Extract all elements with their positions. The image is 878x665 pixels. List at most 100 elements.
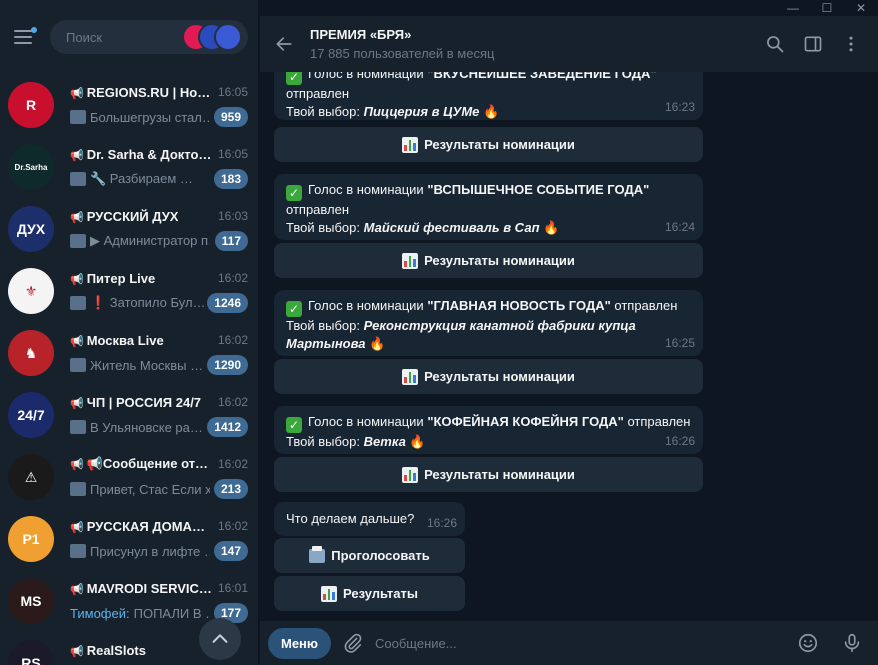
bar-chart-icon bbox=[402, 368, 419, 385]
chat-preview: В Ульяновске ра… bbox=[70, 420, 203, 435]
chat-preview: ▶ Администратор п… bbox=[70, 233, 210, 249]
message-prefix: Голос в номинации bbox=[308, 72, 424, 81]
check-mark-icon: ✓ bbox=[286, 185, 302, 201]
nomination-name: "ВКУСНЕЙШЕЕ ЗАВЕДЕНИЕ ГОДА" bbox=[427, 72, 657, 81]
preview-text: В Ульяновске ра… bbox=[90, 419, 203, 435]
channel-icon: 📢 bbox=[70, 583, 84, 596]
preview-text: Привет, Стас Если хо… bbox=[90, 481, 210, 497]
message-input[interactable]: Сообщение... bbox=[375, 636, 786, 651]
results-button[interactable]: Результаты номинации bbox=[274, 359, 703, 394]
unread-badge: 213 bbox=[213, 479, 248, 499]
chat-name: 📢 Питер Live bbox=[70, 270, 156, 286]
results-button[interactable]: Результаты номинации bbox=[274, 127, 703, 162]
chat-time: 16:03 bbox=[217, 209, 248, 223]
chat-list-item[interactable]: Dr.Sarha 📢 Dr. Sarha & Докто… 16:05 🔧 Раз… bbox=[0, 136, 258, 198]
sidebar-header: Поиск bbox=[0, 0, 258, 74]
preview-text: ▶ Администратор п… bbox=[90, 233, 210, 248]
unread-badge: 1412 bbox=[207, 417, 248, 437]
avatar: R bbox=[8, 82, 54, 128]
vote-message: ✓ Голос в номинации "ВСПЫШЕЧНОЕ СОБЫТИЕ Г… bbox=[274, 174, 703, 240]
channel-icon: 📢 bbox=[70, 211, 84, 224]
chat-view: ПРЕМИЯ «БРЯ» 17 885 пользователей в меся… bbox=[260, 0, 878, 665]
chat-time: 16:05 bbox=[217, 147, 248, 161]
unread-badge: 1246 bbox=[207, 293, 248, 313]
search-icon[interactable] bbox=[756, 25, 794, 63]
choice-label: Твой выбор: bbox=[286, 104, 361, 119]
avatar: ⚠ bbox=[8, 454, 54, 500]
results-button[interactable]: Результаты номинации bbox=[274, 457, 703, 492]
results-button[interactable]: Результаты номинации bbox=[274, 243, 703, 278]
chat-list-item[interactable]: ДУХ 📢 РУССКИЙ ДУХ 16:03 ▶ Администратор п… bbox=[0, 198, 258, 260]
choice-label: Твой выбор: bbox=[286, 434, 361, 449]
microphone-icon[interactable] bbox=[830, 621, 874, 665]
chat-name: 📢 RealSlots bbox=[70, 642, 146, 658]
unread-badge: 117 bbox=[214, 231, 248, 251]
search-input[interactable]: Поиск bbox=[50, 20, 248, 54]
sidebar-toggle-icon[interactable] bbox=[794, 25, 832, 63]
stories-avatars[interactable] bbox=[182, 23, 242, 51]
nomination-name: "ВСПЫШЕЧНОЕ СОБЫТИЕ ГОДА" bbox=[427, 182, 650, 197]
channel-icon: 📢 bbox=[70, 87, 84, 100]
button-label: Проголосовать bbox=[331, 548, 430, 563]
unread-badge: 959 bbox=[213, 107, 248, 127]
vote-button[interactable]: Проголосовать bbox=[274, 538, 465, 573]
emoji-icon[interactable] bbox=[786, 621, 830, 665]
message-prefix: Голос в номинации bbox=[308, 414, 424, 429]
channel-icon: 📢 bbox=[70, 273, 84, 286]
choice-value: Ветка bbox=[363, 434, 406, 449]
avatar: Dr.Sarha bbox=[8, 144, 54, 190]
back-arrow-icon[interactable] bbox=[260, 16, 308, 72]
unread-badge: 147 bbox=[213, 541, 248, 561]
results-button[interactable]: Результаты bbox=[274, 576, 465, 611]
chat-list-item[interactable]: R 📢 REGIONS.RU | Но… 16:05 Большегрузы ст… bbox=[0, 74, 258, 136]
chat-list-item[interactable]: ♞ 📢 Москва Live 16:02 Житель Москвы … 129… bbox=[0, 322, 258, 384]
bar-chart-icon bbox=[402, 136, 419, 153]
bot-menu-button[interactable]: Меню bbox=[268, 627, 332, 659]
close-icon[interactable]: ✕ bbox=[844, 0, 878, 16]
hamburger-menu-icon[interactable] bbox=[14, 27, 37, 45]
button-label: Результаты bbox=[343, 586, 418, 601]
paperclip-icon[interactable] bbox=[331, 621, 375, 665]
preview-thumbnail bbox=[70, 482, 86, 496]
avatar: 24/7 bbox=[8, 392, 54, 438]
scroll-to-top-button[interactable] bbox=[199, 618, 241, 660]
chat-time: 16:02 bbox=[217, 457, 248, 471]
channel-icon: 📢 bbox=[70, 459, 84, 471]
chat-time: 16:02 bbox=[217, 395, 248, 409]
chat-name: 📢 РУССКИЙ ДУХ bbox=[70, 208, 179, 224]
channel-icon: 📢 bbox=[70, 521, 84, 534]
fire-icon: 🔥 bbox=[369, 336, 386, 351]
chat-name: 📢 MAVRODI SERVIC… bbox=[70, 580, 212, 596]
check-mark-icon: ✓ bbox=[286, 417, 302, 433]
chat-time: 16:05 bbox=[217, 85, 248, 99]
chat-time: 16:01 bbox=[217, 581, 248, 595]
minimize-icon[interactable]: — bbox=[776, 0, 810, 16]
preview-sender: Тимофей: bbox=[70, 605, 130, 621]
message-prefix: Голос в номинации bbox=[308, 298, 424, 313]
chat-list-item[interactable]: ⚜ 📢 Питер Live 16:02 ❗ Затопило Бул… 1246 bbox=[0, 260, 258, 322]
chevron-up-icon bbox=[212, 634, 228, 643]
window-controls: — ☐ ✕ bbox=[776, 0, 878, 16]
chat-preview: ❗ Затопило Бул… bbox=[70, 295, 206, 311]
avatar: ♞ bbox=[8, 330, 54, 376]
chat-title-block[interactable]: ПРЕМИЯ «БРЯ» 17 885 пользователей в меся… bbox=[308, 27, 756, 61]
check-mark-icon: ✓ bbox=[286, 301, 302, 317]
channel-icon: 📢 bbox=[70, 149, 84, 162]
maximize-icon[interactable]: ☐ bbox=[810, 0, 844, 16]
chat-list-item[interactable]: ⚠ 📢 📢Сообщение от… 16:02 Привет, Стас Есл… bbox=[0, 446, 258, 508]
chat-preview: Тимофей: ПОПАЛИ В … bbox=[70, 606, 210, 621]
preview-thumbnail bbox=[70, 358, 86, 372]
chat-subtitle: 17 885 пользователей в месяц bbox=[310, 46, 495, 61]
message-time: 16:23 bbox=[664, 100, 695, 114]
message-time: 16:26 bbox=[664, 434, 695, 448]
more-options-icon[interactable] bbox=[832, 25, 870, 63]
preview-text: Житель Москвы … bbox=[90, 357, 204, 373]
preview-thumbnail bbox=[70, 420, 86, 434]
vote-message: ✓ Голос в номинации "ВКУСНЕЙШЕЕ ЗАВЕДЕНИЕ… bbox=[274, 72, 703, 120]
choice-label: Твой выбор: bbox=[286, 220, 361, 235]
chat-list-item[interactable]: 24/7 📢 ЧП | РОССИЯ 24/7 16:02 В Ульяновск… bbox=[0, 384, 258, 446]
chat-name: 📢 📢Сообщение от… bbox=[70, 456, 209, 471]
chat-time: 16:02 bbox=[217, 333, 248, 347]
chat-name: 📢 Москва Live bbox=[70, 332, 164, 348]
chat-list-item[interactable]: P1 📢 РУССКАЯ ДОМАШ… 16:02 Присунул в лифт… bbox=[0, 508, 258, 570]
